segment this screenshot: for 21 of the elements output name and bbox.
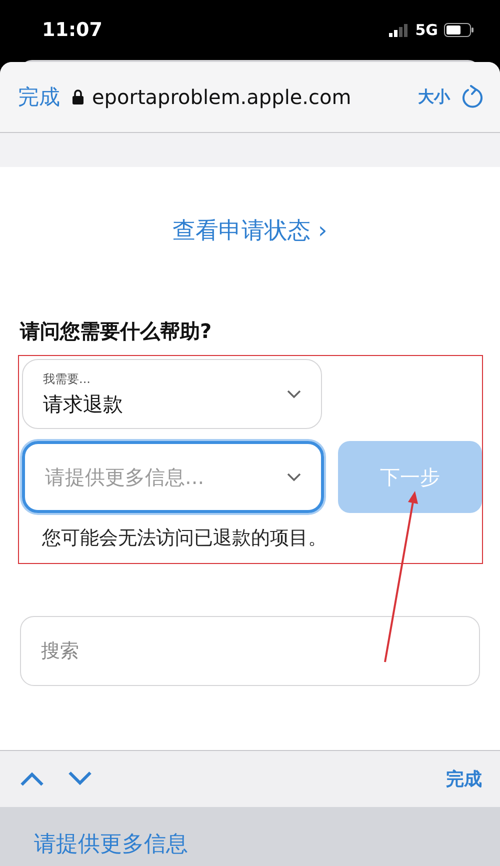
- chevron-down-icon: [287, 472, 301, 482]
- text-size-button[interactable]: 大小: [418, 86, 450, 108]
- clock-time: 11:07: [42, 19, 102, 41]
- done-button[interactable]: 完成: [18, 83, 60, 111]
- battery-icon: [444, 23, 474, 37]
- search-field[interactable]: 搜索: [20, 616, 480, 686]
- detail-select[interactable]: 请提供更多信息...: [22, 441, 324, 513]
- chevron-up-icon: [20, 771, 44, 787]
- done-button[interactable]: 完成: [446, 767, 482, 791]
- reason-select[interactable]: 我需要... 请求退款: [22, 359, 322, 429]
- signal-icon: [389, 24, 410, 36]
- status-link[interactable]: 查看申请状态 ›: [172, 215, 328, 246]
- chevron-down-icon: [287, 390, 301, 398]
- url-text[interactable]: eportaproblem.apple.com: [92, 85, 352, 109]
- network-label: 5G: [415, 21, 438, 39]
- chevron-down-icon: [68, 771, 92, 787]
- lock-icon: [72, 89, 84, 105]
- reload-icon[interactable]: [462, 85, 484, 109]
- help-heading: 请问您需要什么帮助?: [20, 318, 213, 345]
- picker-option[interactable]: 请提供更多信息: [34, 829, 188, 859]
- refund-note: 您可能会无法访问已退款的项目。: [41, 526, 328, 551]
